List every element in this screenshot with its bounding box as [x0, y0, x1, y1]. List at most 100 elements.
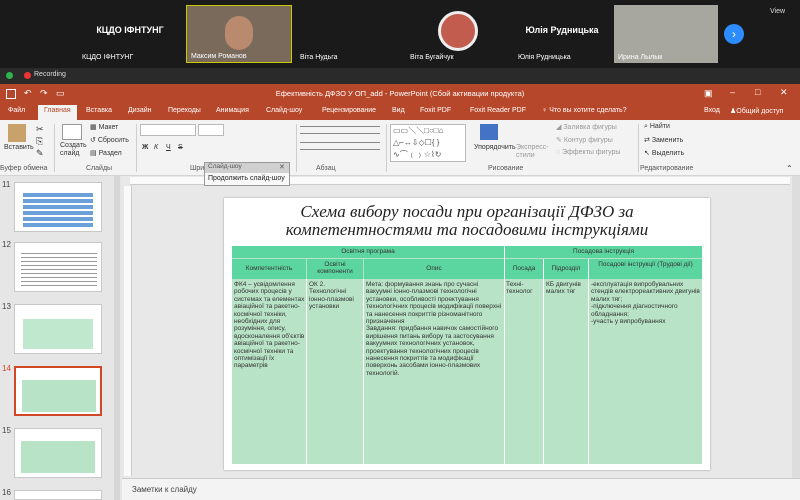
slide-number-active: 14	[2, 364, 11, 373]
cut-icon[interactable]: ✂	[36, 124, 44, 135]
italic-icon[interactable]: К	[154, 144, 158, 151]
continue-slideshow-button[interactable]: Продолжить слайд-шоу	[208, 175, 285, 182]
ribbon-tabs: Файл Главная Вставка Дизайн Переходы Ани…	[0, 104, 800, 120]
participant-big-name: Юлія Рудницька	[525, 25, 599, 35]
arrange-icon[interactable]	[480, 124, 498, 140]
shape-fill-button[interactable]: ◢ Заливка фигуры	[556, 123, 617, 131]
list-icons[interactable]	[300, 126, 380, 134]
arrange-button[interactable]: Упорядочить	[474, 144, 516, 151]
table-col-header: Посада	[505, 259, 543, 279]
bold-icon[interactable]: Ж	[142, 144, 148, 151]
shape-effects-button[interactable]: ◌ Эффекты фигуры	[556, 149, 620, 156]
paste-button[interactable]: Вставить	[4, 144, 34, 151]
column-divider	[588, 259, 589, 464]
table-cell: -експлуатація випробувальних стендів еле…	[591, 281, 700, 326]
canvas-scrollbar[interactable]	[792, 176, 800, 478]
collapse-ribbon-icon[interactable]: ⌃	[786, 164, 793, 173]
next-page-icon[interactable]: ›	[724, 24, 744, 44]
shapes-gallery[interactable]: ▭▭＼＼□○□⌂ △⌐↔⇩◇☐{ } ∿⌒﹙﹚☆⌇↻	[390, 124, 466, 162]
notes-placeholder: Заметки к слайду	[132, 485, 197, 494]
slide-title-line2: компетентностями та посадовими інструкці…	[285, 220, 649, 239]
shape-fill-label: Заливка фигуры	[563, 124, 617, 131]
select-button[interactable]: ↖ Выделить	[644, 149, 684, 157]
group-divider	[386, 124, 387, 172]
find-label: Найти	[649, 123, 670, 130]
tab-home[interactable]: Главная	[38, 105, 77, 120]
share-button[interactable]: ♟Общий доступ	[730, 107, 783, 115]
view-button[interactable]: View	[770, 8, 785, 15]
paragraph-group-label: Абзац	[316, 165, 336, 172]
slide-title-line1: Схема вибору посади при організації ДФЗО…	[300, 202, 634, 221]
underline-icon[interactable]: Ч	[166, 144, 171, 151]
sign-in-link[interactable]: Вход	[704, 107, 720, 114]
section-label: Раздел	[98, 150, 122, 157]
section-button[interactable]: ▤ Раздел	[90, 149, 122, 157]
slide-number: 16	[2, 488, 11, 497]
pen-icon: ✎	[556, 137, 564, 144]
tab-transitions[interactable]: Переходы	[168, 107, 201, 114]
maximize-icon[interactable]: □	[755, 87, 760, 97]
new-slide-icon[interactable]	[62, 124, 82, 140]
table-col-header: Компетентність	[232, 259, 306, 279]
tab-foxit-pdf[interactable]: Foxit PDF	[420, 107, 451, 114]
close-icon[interactable]: ✕	[780, 87, 788, 98]
recording-label: Recording	[34, 71, 66, 78]
align-icons[interactable]	[300, 142, 380, 150]
replace-icon: ⇄	[644, 137, 652, 144]
participant-tile[interactable]: Юлія Рудницька Юлія Рудницька	[514, 5, 610, 63]
slide-thumbnail[interactable]	[14, 182, 102, 232]
table-group-header: Посадова інструкція	[505, 246, 702, 258]
tab-insert[interactable]: Вставка	[86, 107, 112, 114]
thumbnails-scrollbar[interactable]	[114, 176, 120, 500]
font-size-select[interactable]	[198, 124, 224, 136]
shape-outline-button[interactable]: ✎ Контур фигуры	[556, 136, 613, 144]
participant-tile-active-speaker[interactable]: Максим Романов	[186, 5, 292, 63]
slide-thumbnail[interactable]	[14, 304, 102, 354]
shield-icon	[6, 72, 13, 79]
tab-file[interactable]: Файл	[8, 107, 25, 114]
participant-name: Віта Нудьга	[300, 54, 338, 61]
strikethrough-icon[interactable]: S	[178, 144, 183, 151]
slide-thumbnail[interactable]	[14, 242, 102, 292]
tab-animation[interactable]: Анимация	[216, 107, 249, 114]
slide-thumbnail-active[interactable]	[14, 366, 102, 416]
column-divider	[504, 246, 505, 464]
participant-tile[interactable]: Ирина Лылык	[614, 5, 718, 63]
slide-14[interactable]: Схема вибору посади при організації ДФЗО…	[224, 198, 710, 470]
slide-thumbnails-pane: 11 12 13 14 15 16	[0, 176, 122, 500]
slide-thumbnail[interactable]	[14, 428, 102, 478]
minimize-icon[interactable]: –	[730, 87, 735, 97]
group-divider	[296, 124, 297, 172]
format-painter-icon[interactable]: ✎	[36, 148, 44, 159]
tab-design[interactable]: Дизайн	[128, 107, 152, 114]
participant-tile[interactable]: КЦДО ІФНТУНГ КЦДО ІФНТУНГ	[78, 5, 182, 63]
layout-button[interactable]: ▦ Макет	[90, 123, 118, 131]
tell-me-search[interactable]: ♀ Что вы хотите сделать?	[542, 107, 627, 114]
participant-tile[interactable]: Віта Бугайчук	[406, 5, 510, 63]
notes-pane[interactable]: Заметки к слайду	[122, 478, 800, 500]
reset-button[interactable]: ↺ Сбросить	[90, 136, 129, 144]
copy-icon[interactable]: ⎘	[36, 136, 43, 147]
tab-view[interactable]: Вид	[392, 107, 405, 114]
new-slide-button[interactable]: Создать слайд	[60, 142, 87, 158]
ribbon-display-icon[interactable]: ▣	[704, 88, 713, 99]
editing-group-label: Редактирование	[640, 165, 694, 172]
group-divider	[54, 124, 55, 172]
tab-slideshow[interactable]: Слайд-шоу	[266, 107, 302, 114]
participant-tile[interactable]: Віта Нудьга	[296, 5, 400, 63]
shape-outline-label: Контур фигуры	[563, 137, 613, 144]
find-button[interactable]: ⌕ Найти	[644, 123, 670, 131]
participant-name: Віта Бугайчук	[410, 54, 454, 61]
replace-button[interactable]: ⇄ Заменить	[644, 136, 683, 144]
popup-close-icon[interactable]: ✕	[279, 163, 285, 171]
participant-video	[225, 16, 253, 50]
quick-styles-button[interactable]: Экспресс-стили	[516, 144, 549, 160]
window-title: Ефективність ДФЗО У ОП_add - PowerPoint …	[275, 89, 525, 98]
tab-foxit-reader-pdf[interactable]: Foxit Reader PDF	[470, 107, 526, 114]
paste-icon[interactable]	[8, 124, 26, 142]
tab-review[interactable]: Рецензирование	[322, 107, 376, 114]
table-cell: КБ двигунів малих тяг	[546, 281, 581, 296]
font-family-select[interactable]	[140, 124, 196, 136]
reset-icon: ↺	[90, 137, 98, 144]
slide-thumbnail[interactable]	[14, 490, 102, 500]
